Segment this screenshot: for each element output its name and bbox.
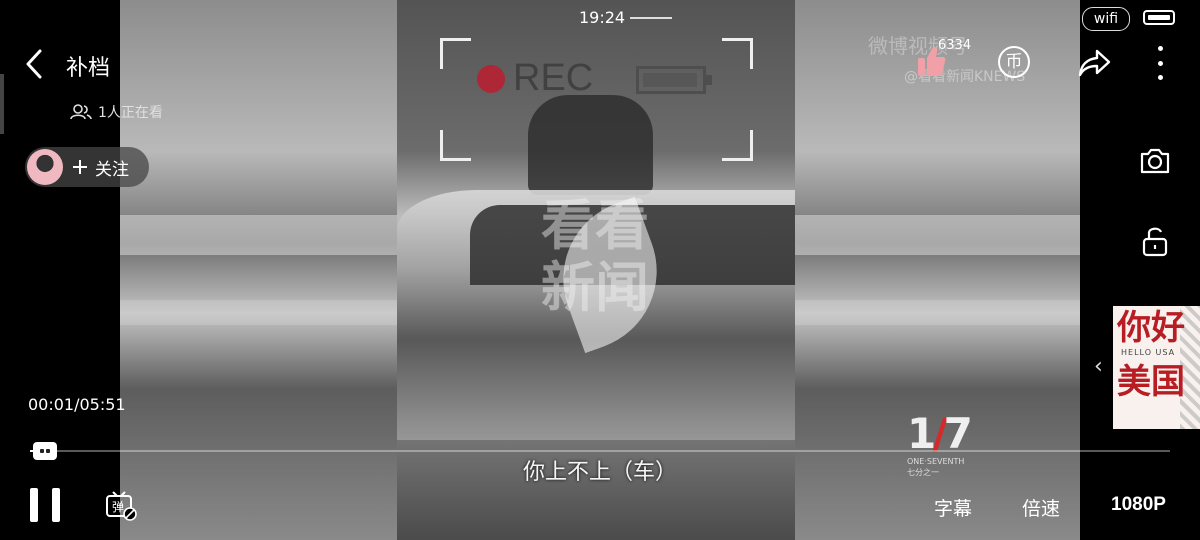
- status-divider: [630, 17, 672, 19]
- like-count: 6334: [938, 38, 972, 53]
- viewer-count: 1人正在看: [70, 102, 163, 122]
- video-person-silhouette: [528, 95, 653, 195]
- follow-button[interactable]: 关注: [25, 147, 149, 187]
- rec-dot-icon: [477, 64, 505, 93]
- status-time: 19:24: [579, 8, 626, 27]
- speed-button[interactable]: 倍速: [1022, 494, 1060, 521]
- edge-handle: [0, 74, 4, 134]
- rec-frame-corner: [722, 38, 753, 69]
- ad-title-line1: 你好: [1117, 308, 1185, 348]
- viewer-count-label: 1人正在看: [98, 105, 163, 121]
- svg-text:弹: 弹: [112, 500, 124, 514]
- quality-button[interactable]: 1080P: [1111, 494, 1166, 516]
- video-title: 补档: [66, 56, 111, 81]
- ad-card[interactable]: 你好 HELLO USA 美国: [1113, 306, 1200, 429]
- ad-title-line2: 美国: [1117, 362, 1185, 402]
- coin-icon[interactable]: 币: [998, 46, 1030, 78]
- camera-icon[interactable]: [1138, 144, 1172, 178]
- rec-battery-icon: [636, 66, 712, 94]
- subtitles-button[interactable]: 字幕: [934, 494, 972, 521]
- time-readout: 00:01/05:51: [28, 395, 126, 414]
- collapse-ad-icon[interactable]: ‹: [1094, 354, 1103, 379]
- rec-frame-corner: [722, 130, 753, 161]
- rec-text: REC: [513, 57, 594, 99]
- unlock-icon[interactable]: [1138, 224, 1172, 258]
- people-icon: [70, 104, 92, 120]
- danmaku-off-icon[interactable]: 弹: [104, 490, 138, 522]
- chevron-left-icon: [26, 49, 42, 79]
- rec-frame-corner: [440, 38, 471, 69]
- video-subtitle: 你上不上（车）: [522, 460, 677, 485]
- progress-bar[interactable]: [30, 450, 1170, 452]
- pause-button[interactable]: [30, 488, 60, 522]
- rec-indicator: REC: [477, 57, 593, 100]
- share-icon[interactable]: [1077, 48, 1111, 78]
- progress-thumb[interactable]: [33, 442, 57, 460]
- kankan-watermark: 看看 新闻: [541, 194, 649, 319]
- more-icon[interactable]: [1150, 46, 1170, 80]
- ad-subtitle: HELLO USA: [1121, 348, 1176, 357]
- battery-icon: [1143, 10, 1175, 25]
- wifi-indicator: wifi: [1082, 7, 1130, 31]
- plus-icon: [73, 160, 87, 174]
- avatar[interactable]: [27, 149, 63, 185]
- rec-frame-corner: [440, 130, 471, 161]
- back-button[interactable]: [20, 46, 50, 82]
- follow-label: 关注: [95, 159, 129, 180]
